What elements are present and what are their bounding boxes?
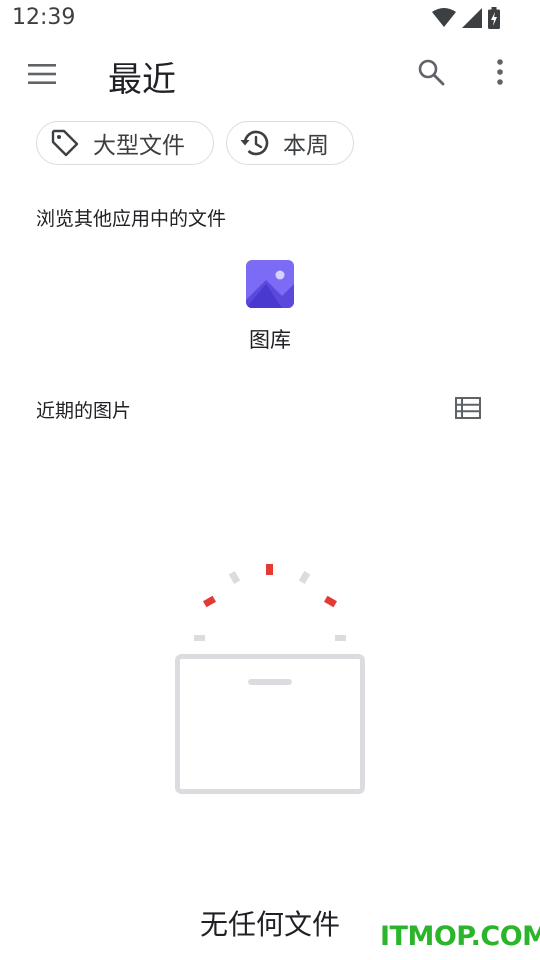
search-icon <box>418 59 445 86</box>
chip-label: 大型文件 <box>93 133 185 159</box>
battery-icon <box>488 7 500 29</box>
status-icons <box>432 7 500 29</box>
status-bar: 12:39 <box>0 0 540 38</box>
list-view-icon <box>455 397 481 419</box>
history-icon <box>239 127 271 159</box>
hamburger-menu-icon <box>28 64 56 84</box>
gallery-app-shortcut[interactable]: 图库 <box>222 258 318 358</box>
chip-large-files[interactable]: 大型文件 <box>36 121 214 165</box>
search-button[interactable] <box>407 48 455 96</box>
status-time: 12:39 <box>12 5 76 30</box>
chip-this-week[interactable]: 本周 <box>226 121 354 165</box>
wifi-icon <box>432 8 456 27</box>
menu-button[interactable] <box>16 48 68 100</box>
empty-state-illustration <box>170 556 370 801</box>
list-view-toggle-button[interactable] <box>446 388 490 428</box>
gallery-app-label: 图库 <box>249 328 291 352</box>
page-title: 最近 <box>108 60 176 100</box>
tag-icon <box>49 127 81 159</box>
cell-signal-icon <box>462 8 482 28</box>
app-bar: 最近 <box>0 38 540 108</box>
more-vert-icon <box>497 59 503 85</box>
watermark-logo: ITMOP.COM <box>380 921 540 952</box>
browse-apps-heading: 浏览其他应用中的文件 <box>36 208 227 230</box>
gallery-icon <box>246 260 294 308</box>
chip-label: 本周 <box>283 133 329 159</box>
recent-images-heading: 近期的图片 <box>36 400 132 422</box>
more-options-button[interactable] <box>478 48 522 96</box>
